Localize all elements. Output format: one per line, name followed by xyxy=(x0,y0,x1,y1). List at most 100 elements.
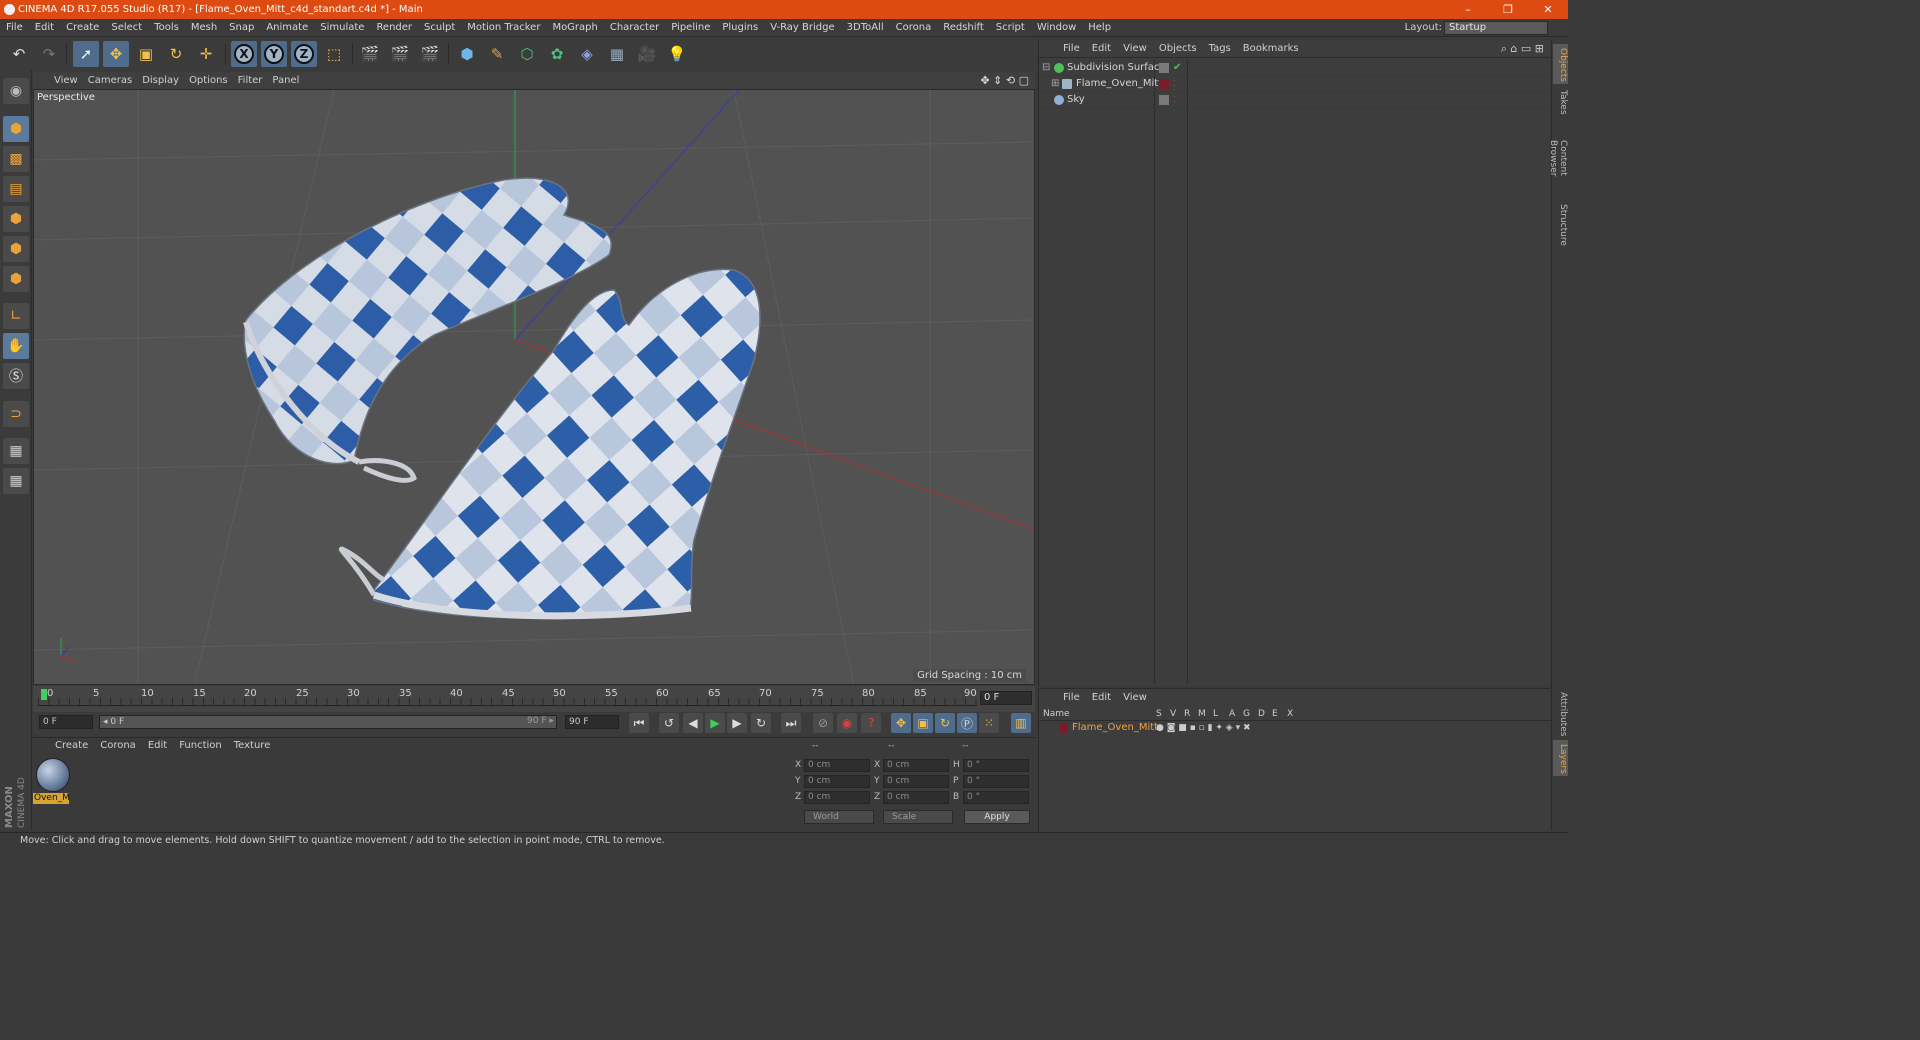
object-row-sky[interactable]: Sky ⁚ xyxy=(1039,92,1551,108)
size-y-field[interactable]: 0 cm xyxy=(883,775,949,788)
live-selection-icon[interactable]: ➚ xyxy=(73,41,99,67)
tweak-mode-icon[interactable]: ✋ xyxy=(3,333,29,359)
menu-simulate[interactable]: Simulate xyxy=(314,19,370,37)
layout-select[interactable]: Startup xyxy=(1444,21,1548,35)
render-view-icon[interactable]: 🎬 xyxy=(357,41,383,67)
menu-render[interactable]: Render xyxy=(370,19,418,37)
viewport-menu-view[interactable]: View xyxy=(49,72,83,89)
render-settings-icon[interactable]: 🎬 xyxy=(417,41,443,67)
workplane-mode-icon[interactable]: ▤ xyxy=(3,176,29,202)
scale-key-icon[interactable]: ▣ xyxy=(913,713,933,733)
menu-vray-bridge[interactable]: V-Ray Bridge xyxy=(764,19,840,37)
make-editable-icon[interactable]: ◉ xyxy=(3,78,29,104)
object-menu-bookmarks[interactable]: Bookmarks xyxy=(1237,40,1305,57)
column-generators[interactable]: G xyxy=(1243,708,1250,721)
object-menu-file[interactable]: File xyxy=(1057,40,1086,57)
cube-icon[interactable]: ⬢ xyxy=(454,41,480,67)
coordinate-mode-dropdown[interactable]: World xyxy=(804,810,874,824)
y-axis-lock-icon[interactable]: Y xyxy=(261,41,287,67)
position-key-icon[interactable]: ✥ xyxy=(891,713,911,733)
scale-tool-icon[interactable]: ▣ xyxy=(133,41,159,67)
column-view[interactable]: V xyxy=(1170,708,1176,721)
object-manager-nav-icons[interactable]: ⌕ ⌂ ▭ ⊞ xyxy=(1501,40,1544,57)
visibility-dots-icon[interactable]: ⁚ xyxy=(1173,92,1176,108)
viewport-menu-cameras[interactable]: Cameras xyxy=(83,72,137,89)
planar-workplane-icon[interactable]: ▦ xyxy=(3,468,29,494)
material-menu-edit[interactable]: Edit xyxy=(142,738,173,754)
timeline-ruler[interactable]: 0 5 10 15 20 25 30 35 40 45 50 55 60 65 … xyxy=(33,686,1035,712)
polygons-mode-icon[interactable]: ⬢ xyxy=(3,266,29,292)
menu-animate[interactable]: Animate xyxy=(260,19,314,37)
layer-tag-icon[interactable] xyxy=(1159,95,1169,105)
object-menu-objects[interactable]: Objects xyxy=(1153,40,1203,57)
position-z-field[interactable]: 0 cm xyxy=(804,791,870,804)
menu-script[interactable]: Script xyxy=(990,19,1031,37)
subdivision-surface-icon[interactable]: ⬡ xyxy=(514,41,540,67)
viewport-nav-icons[interactable]: ✥ ⇕ ⟲ ▢ xyxy=(980,72,1029,89)
move-tool-icon[interactable]: ✥ xyxy=(103,41,129,67)
go-to-end-icon[interactable]: ⏭ xyxy=(781,713,801,733)
texture-mode-icon[interactable]: ▩ xyxy=(3,146,29,172)
menu-3dtoall[interactable]: 3DToAll xyxy=(841,19,890,37)
menu-corona[interactable]: Corona xyxy=(890,19,938,37)
pen-spline-icon[interactable]: ✎ xyxy=(484,41,510,67)
collapse-icon[interactable]: ⊟ xyxy=(1042,60,1050,76)
apply-button[interactable]: Apply xyxy=(964,810,1030,824)
object-menu-tags[interactable]: Tags xyxy=(1203,40,1237,57)
menu-snap[interactable]: Snap xyxy=(223,19,260,37)
size-mode-dropdown[interactable]: Scale xyxy=(883,810,953,824)
column-render[interactable]: R xyxy=(1184,708,1190,721)
material-menu-function[interactable]: Function xyxy=(173,738,228,754)
magnet-icon[interactable]: ⊃ xyxy=(3,401,29,427)
layer-color-icon[interactable] xyxy=(1159,79,1169,89)
rotation-h-field[interactable]: 0 ° xyxy=(963,759,1029,772)
tab-attributes[interactable]: Attributes xyxy=(1553,688,1568,738)
viewport-menu-options[interactable]: Options xyxy=(184,72,233,89)
menu-plugins[interactable]: Plugins xyxy=(716,19,764,37)
restore-button[interactable]: ❐ xyxy=(1488,0,1528,19)
column-manager[interactable]: M xyxy=(1198,708,1206,721)
points-mode-icon[interactable]: ⬢ xyxy=(3,206,29,232)
object-menu-edit[interactable]: Edit xyxy=(1086,40,1117,57)
start-frame-field[interactable]: 0 F xyxy=(39,715,93,729)
timeline-window-icon[interactable]: ▥ xyxy=(1011,713,1031,733)
go-to-previous-keyframe-icon[interactable]: ↺ xyxy=(659,713,679,733)
position-x-field[interactable]: 0 cm xyxy=(804,759,870,772)
layer-color-swatch[interactable] xyxy=(1059,724,1068,733)
visibility-dots-icon[interactable]: ⁚ xyxy=(1173,76,1176,92)
go-to-next-keyframe-icon[interactable]: ↻ xyxy=(751,713,771,733)
menu-window[interactable]: Window xyxy=(1031,19,1082,37)
cloner-icon[interactable]: ✿ xyxy=(544,41,570,67)
edges-mode-icon[interactable]: ⬢ xyxy=(3,236,29,262)
object-row-subdivision-surface[interactable]: ⊟ Subdivision Surface ✔ xyxy=(1039,60,1551,76)
step-forward-icon[interactable]: ▶ xyxy=(727,713,747,733)
menu-create[interactable]: Create xyxy=(60,19,105,37)
current-frame-field[interactable]: 0 F xyxy=(980,691,1032,705)
layer-tag-icon[interactable] xyxy=(1159,63,1169,73)
minimize-button[interactable]: – xyxy=(1448,0,1488,19)
position-y-field[interactable]: 0 cm xyxy=(804,775,870,788)
point-level-key-icon[interactable]: ⁙ xyxy=(979,713,999,733)
object-menu-view[interactable]: View xyxy=(1117,40,1153,57)
layer-menu-file[interactable]: File xyxy=(1057,689,1086,706)
layer-menu-view[interactable]: View xyxy=(1117,689,1153,706)
menu-mograph[interactable]: MoGraph xyxy=(546,19,603,37)
redo-icon[interactable]: ↷ xyxy=(36,41,62,67)
viewport-menu-filter[interactable]: Filter xyxy=(233,72,268,89)
menu-pipeline[interactable]: Pipeline xyxy=(665,19,716,37)
size-x-field[interactable]: 0 cm xyxy=(883,759,949,772)
expand-icon[interactable]: ⊞ xyxy=(1051,76,1059,92)
layer-menu-edit[interactable]: Edit xyxy=(1086,689,1117,706)
rotate-tool-icon[interactable]: ↻ xyxy=(163,41,189,67)
column-deformers[interactable]: D xyxy=(1258,708,1265,721)
deformer-icon[interactable]: ◈ xyxy=(574,41,600,67)
menu-character[interactable]: Character xyxy=(604,19,665,37)
layer-name[interactable]: Flame_Oven_Mitt xyxy=(1072,721,1158,735)
transform-tool-icon[interactable]: ✛ xyxy=(193,41,219,67)
3d-viewport[interactable]: Perspective Grid Spacing : 10 cm xyxy=(33,89,1035,685)
coordinate-system-icon[interactable]: ⬚ xyxy=(321,41,347,67)
menu-help[interactable]: Help xyxy=(1082,19,1117,37)
close-button[interactable]: ✕ xyxy=(1528,0,1568,19)
size-z-field[interactable]: 0 cm xyxy=(883,791,949,804)
render-picture-viewer-icon[interactable]: 🎬 xyxy=(387,41,413,67)
